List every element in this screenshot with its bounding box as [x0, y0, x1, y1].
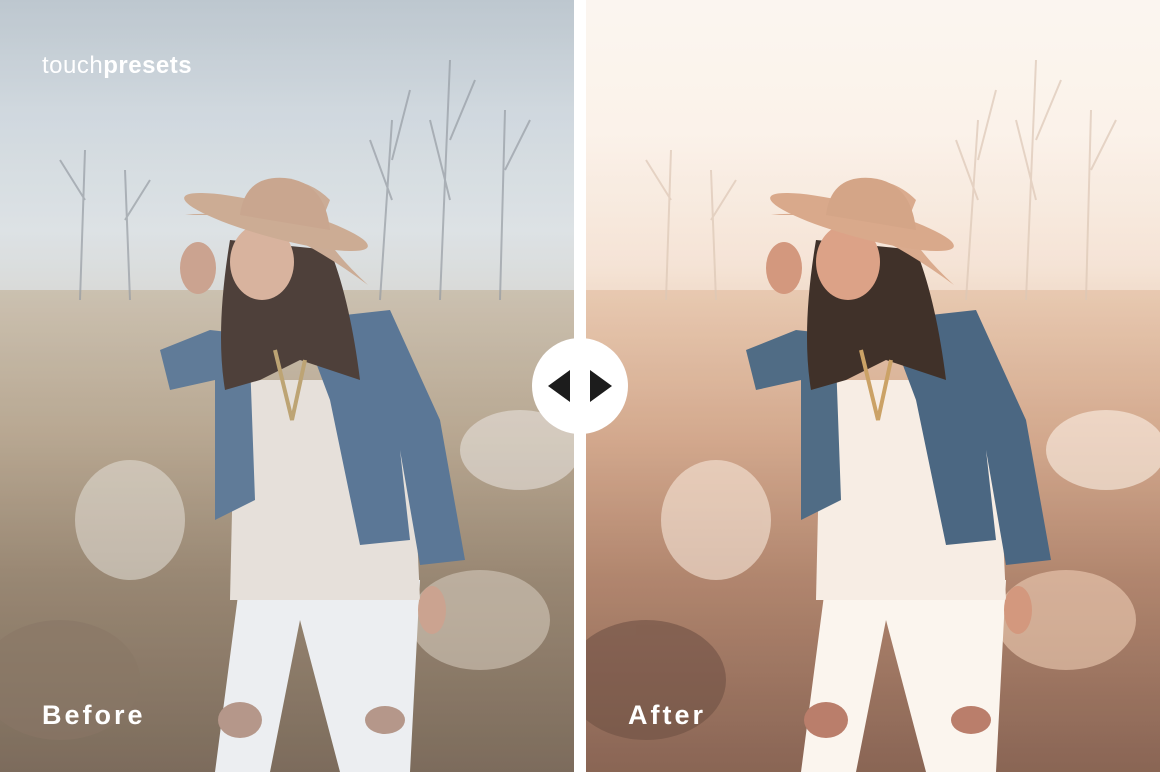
- left-right-arrows-icon: [548, 370, 612, 402]
- brand-logo-light: touch: [42, 52, 104, 79]
- brand-logo: touchpresets: [42, 52, 192, 80]
- compare-slider-handle[interactable]: [532, 338, 628, 434]
- before-photo: [0, 0, 574, 772]
- brand-logo-bold: presets: [103, 52, 193, 79]
- woman-in-field-illustration: [586, 0, 1160, 772]
- after-photo: [586, 0, 1160, 772]
- after-label: After: [628, 700, 707, 730]
- before-label: Before: [42, 700, 146, 730]
- before-after-comparison: touchpresets Before After: [0, 0, 1160, 772]
- woman-in-field-illustration: [0, 0, 574, 772]
